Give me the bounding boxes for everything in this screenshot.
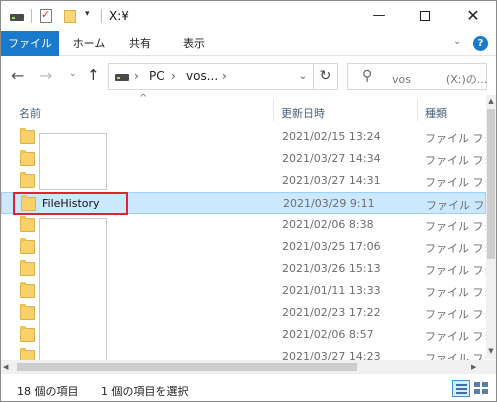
maximize-icon (420, 10, 430, 21)
minimize-button[interactable]: — (356, 1, 402, 31)
column-header-type[interactable]: 種類 (425, 105, 447, 121)
folder-icon (20, 238, 35, 254)
redacted-names-block (39, 218, 107, 360)
file-date: 2021/03/26 15:13 (282, 262, 381, 275)
tab-home[interactable]: ホーム (63, 31, 115, 56)
quick-access-divider (31, 9, 32, 23)
folder-icon (20, 128, 35, 144)
breadcrumb-separator-icon[interactable]: › (171, 69, 176, 83)
scroll-left-icon[interactable]: ◀ (3, 360, 15, 374)
file-date: 2021/01/11 13:33 (282, 284, 381, 297)
search-icon: ⚲ (362, 68, 373, 84)
vertical-scrollbar[interactable]: ▲ ▼ (486, 95, 496, 359)
folder-icon (20, 282, 35, 298)
folder-icon (20, 172, 35, 188)
folder-icon (20, 260, 35, 276)
navigation-bar: ← → ⌄ ↑ › PC › vos... › ⌄ ↻ ⚲ vos (X:)の.… (1, 57, 496, 95)
column-divider[interactable] (417, 99, 418, 121)
expand-ribbon-icon[interactable]: ⌄ (453, 36, 461, 47)
horizontal-scrollbar[interactable]: ◀ ▶ (1, 360, 486, 374)
file-date: 2021/03/25 17:06 (282, 240, 381, 253)
refresh-button[interactable]: ↻ (313, 64, 337, 89)
scrollbar-corner (486, 360, 496, 374)
column-header-date-modified[interactable]: 更新日時 (281, 105, 325, 121)
address-bar[interactable]: › PC › vos... › ⌄ ↻ (108, 63, 338, 90)
up-button[interactable]: ↑ (87, 66, 100, 84)
file-date: 2021/03/27 14:34 (282, 152, 381, 165)
close-button[interactable]: ✕ (450, 1, 496, 31)
breadcrumb-separator-icon[interactable]: › (222, 69, 227, 83)
folder-icon (20, 150, 35, 166)
file-type: ファイル フォルダー (425, 242, 486, 255)
breadcrumb-pc[interactable]: PC (149, 69, 165, 83)
drive-icon (115, 74, 129, 81)
scroll-down-icon[interactable]: ▼ (486, 345, 496, 357)
selected-count: 1 個の項目を選択 (101, 385, 189, 398)
status-bar: 18 個の項目 1 個の項目を選択 (1, 376, 496, 401)
file-type: ファイル フォルダー (425, 308, 486, 321)
item-count: 18 個の項目 (17, 385, 79, 398)
file-type: ファイル フォルダー (425, 352, 486, 360)
redacted-names-block (39, 133, 107, 190)
help-icon[interactable]: ? (473, 36, 488, 51)
scroll-up-icon[interactable]: ▲ (486, 95, 496, 107)
search-placeholder: vos (X:)の... (392, 73, 488, 86)
vertical-scroll-thumb[interactable] (487, 109, 495, 259)
file-type: ファイル フォルダー (425, 264, 486, 277)
search-input[interactable]: ⚲ vos (X:)の... (347, 63, 487, 90)
file-type: ファイル フォルダー (426, 199, 486, 212)
column-header-name[interactable]: 名前 (19, 105, 41, 121)
file-list: 2021/02/15 13:24 ファイル フォルダー 2021/03/27 1… (1, 125, 486, 360)
file-type: ファイル フォルダー (425, 286, 486, 299)
breadcrumb-drive[interactable]: vos... (186, 69, 218, 83)
file-type: ファイル フォルダー (425, 154, 486, 167)
maximize-button[interactable] (402, 1, 448, 31)
breadcrumb-separator-icon[interactable]: › (134, 69, 139, 83)
file-date: 2021/02/06 8:38 (282, 218, 374, 231)
forward-button[interactable]: → (39, 66, 52, 85)
window-title: X:¥ (109, 9, 129, 23)
customize-quick-access-button[interactable]: ▾ (85, 9, 97, 25)
folder-icon (20, 304, 35, 320)
new-folder-icon[interactable] (63, 8, 77, 24)
recent-locations-dropdown[interactable]: ⌄ (69, 69, 77, 79)
details-view-icon[interactable] (452, 380, 470, 397)
column-headers: ^ 名前 更新日時 種類 (1, 93, 496, 125)
sort-ascending-icon: ^ (139, 93, 148, 104)
large-icons-view-icon[interactable] (473, 381, 489, 396)
file-date: 2021/03/27 14:23 (282, 350, 381, 360)
file-date: 2021/02/06 8:57 (282, 328, 374, 341)
file-date: 2021/02/15 13:24 (282, 130, 381, 143)
explorer-window: ✓ ▾ X:¥ — ✕ ファイル ホーム 共有 表示 ⌄ ? ← → ⌄ ↑ ›… (0, 0, 497, 402)
file-type: ファイル フォルダー (425, 176, 486, 189)
tab-view[interactable]: 表示 (171, 31, 217, 56)
scroll-right-icon[interactable]: ▶ (471, 360, 483, 374)
folder-icon (20, 216, 35, 232)
column-divider[interactable] (273, 99, 274, 121)
horizontal-scroll-thumb[interactable] (17, 363, 357, 371)
file-type: ファイル フォルダー (425, 330, 486, 343)
back-button[interactable]: ← (11, 66, 24, 85)
title-bar: ✓ ▾ X:¥ — ✕ (1, 1, 496, 31)
folder-icon (20, 326, 35, 342)
drive-icon[interactable] (9, 8, 25, 24)
file-type: ファイル フォルダー (425, 220, 486, 233)
tab-share[interactable]: 共有 (117, 31, 163, 56)
file-type: ファイル フォルダー (425, 132, 486, 145)
folder-icon (20, 348, 35, 360)
annotation-highlight-box (13, 192, 128, 215)
file-date: 2021/03/27 14:31 (282, 174, 381, 187)
address-dropdown-button[interactable]: ⌄ (293, 64, 313, 89)
file-date: 2021/02/23 17:22 (282, 306, 381, 319)
ribbon-tabs: ファイル ホーム 共有 表示 ⌄ ? (1, 31, 496, 56)
properties-icon[interactable]: ✓ (39, 8, 53, 24)
tab-file[interactable]: ファイル (1, 31, 59, 56)
quick-access-divider-2 (101, 9, 102, 23)
file-date: 2021/03/29 9:11 (283, 197, 375, 210)
